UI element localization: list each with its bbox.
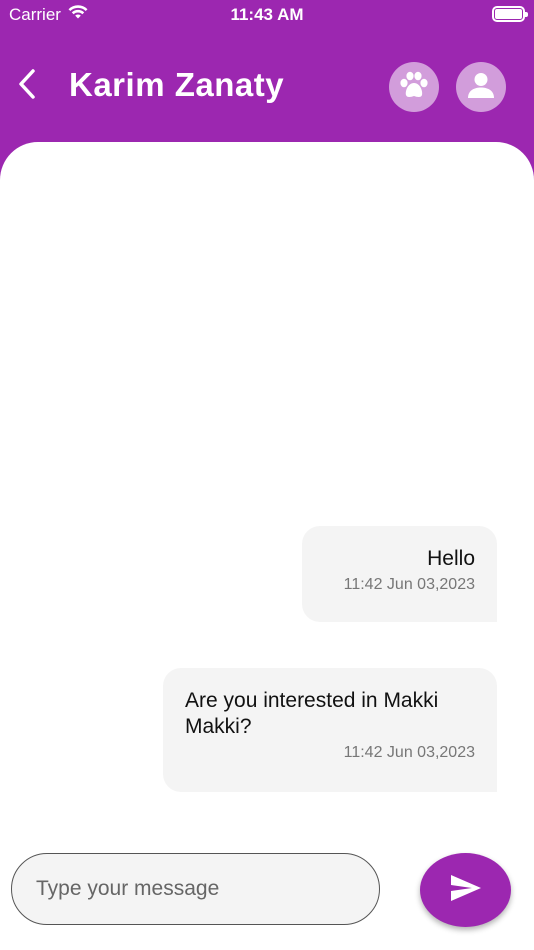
message-text: Hello [427, 547, 475, 570]
chat-header: Karim Zanaty [0, 58, 534, 114]
message-timestamp: 11:42 Jun 03,2023 [343, 744, 475, 761]
paw-icon [398, 70, 430, 105]
send-icon [450, 874, 482, 907]
chevron-left-icon [17, 68, 37, 105]
back-button[interactable] [12, 68, 42, 104]
message-bubble[interactable]: Hello 11:42 Jun 03,2023 [302, 526, 497, 622]
message-text: Are you interested in Makki Makki? [185, 689, 439, 738]
send-button[interactable] [420, 853, 511, 927]
chat-panel: Hello 11:42 Jun 03,2023 Are you interest… [0, 142, 534, 950]
battery-icon [492, 6, 528, 22]
page-title: Karim Zanaty [69, 66, 285, 103]
message-timestamp: 11:42 Jun 03,2023 [343, 576, 475, 593]
status-bar: Carrier 11:43 AM [0, 0, 534, 30]
message-input[interactable] [11, 853, 380, 925]
person-icon [467, 71, 495, 104]
message-bubble[interactable]: Are you interested in Makki Makki? 11:42… [163, 668, 497, 792]
pet-button[interactable] [389, 62, 439, 112]
profile-button[interactable] [456, 62, 506, 112]
status-time: 11:43 AM [230, 5, 304, 24]
